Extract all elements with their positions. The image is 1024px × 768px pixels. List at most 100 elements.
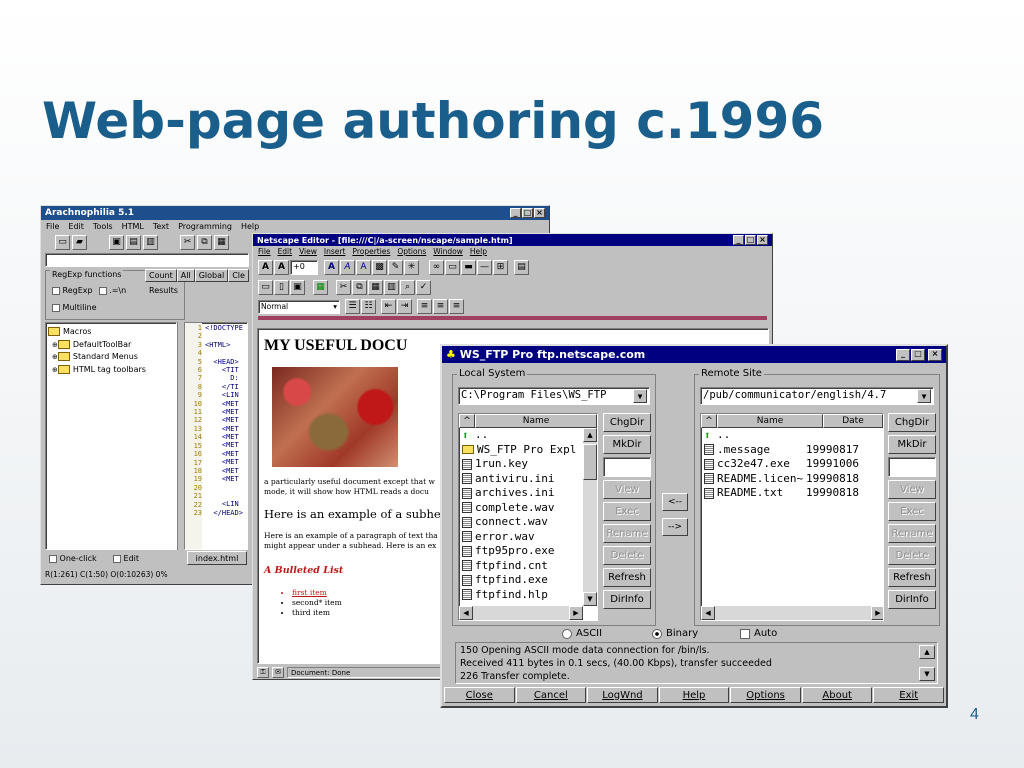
arachnophilia-titlebar[interactable]: Arachnophilia 5.1 _ □ × [41,206,549,220]
tree-item[interactable]: Macros [48,326,174,339]
remote-rename-button[interactable]: Rename [888,524,936,543]
menu-item[interactable]: Properties [352,247,390,256]
list-item[interactable]: error.wav [462,530,597,545]
log-scrollbar[interactable]: ▲ ▼ [919,645,935,681]
remote-delete-button[interactable]: Delete [888,546,936,565]
scroll-left-icon[interactable]: ◀ [701,606,715,620]
indent-icon[interactable]: ⇥ [397,299,412,314]
list-item[interactable]: archives.ini [462,486,597,501]
local-path-select[interactable]: C:\Program Files\WS_FTP ▼ [458,387,650,405]
scroll-right-icon[interactable]: ▶ [569,606,583,620]
local-view-button[interactable]: View [603,480,651,499]
list-item[interactable]: 1run.key [462,457,597,472]
link-icon[interactable]: ∞ [429,260,444,275]
menu-item[interactable]: Tools [93,222,113,231]
scroll-left-icon[interactable]: ◀ [459,606,473,620]
wsftp-titlebar[interactable]: ♣ WS_FTP Pro ftp.netscape.com _ □ × [442,346,946,363]
pencil-icon[interactable]: ✎ [388,260,403,275]
menu-item[interactable]: Window [433,247,463,256]
menu-item[interactable]: Edit [278,247,293,256]
minimize-icon[interactable]: _ [733,235,744,245]
numbered-list-icon[interactable]: ☷ [361,299,376,314]
file-tab-index[interactable]: index.html [187,551,247,565]
align-right-icon[interactable]: ≡ [449,299,464,314]
sort-up-icon[interactable]: ^ [459,414,475,428]
menu-item[interactable]: Help [470,247,487,256]
list-item[interactable]: README.txt 19990818 [704,486,883,501]
remote-refresh-button[interactable]: Refresh [888,568,936,587]
remote-horizontal-scrollbar[interactable]: ◀ ▶ [701,606,883,620]
remote-dirinfo-button[interactable]: DirInfo [888,590,936,609]
new-doc-icon[interactable]: ▭ [258,280,273,295]
menu-item[interactable]: Options [397,247,426,256]
code-editor[interactable]: 1 2 3 4 5 6 7 8 9 10 11 12 13 14 15 16 17 18 19 20 21 22 23 <!… [184,322,248,550]
local-mkdir-button[interactable]: MkDir [603,435,651,454]
close-icon[interactable]: × [928,348,942,361]
list-item[interactable]: ⬆.. [704,428,883,443]
help-button[interactable]: Help [658,687,730,703]
cancel-button[interactable]: Cancel [515,687,587,703]
copy-icon[interactable]: ⧉ [352,280,367,295]
pane-splitter[interactable] [177,322,184,550]
scroll-up-icon[interactable]: ▲ [583,428,597,442]
search-tab[interactable]: All [176,269,195,282]
tree-item[interactable]: ⊕ Standard Menus [52,351,174,364]
remote-name-header[interactable]: Name [717,414,823,428]
local-dir-input[interactable] [603,457,651,477]
paste-icon[interactable]: ▦ [368,280,383,295]
bold-icon[interactable]: A [324,260,339,275]
list-item[interactable]: ftpfind.cnt [462,559,597,574]
font-size-select[interactable]: +0 [290,260,318,275]
maximize-icon[interactable]: □ [745,235,756,245]
local-dirinfo-button[interactable]: DirInfo [603,590,651,609]
remote-mkdir-button[interactable]: MkDir [888,435,936,454]
scroll-down-icon[interactable]: ▼ [583,592,597,606]
transfer-log[interactable]: 150 Opening ASCII mode data connection f… [455,642,938,684]
local-rename-button[interactable]: Rename [603,524,651,543]
bullet-list-icon[interactable]: ☰ [345,299,360,314]
save-icon[interactable]: ▣ [109,235,124,250]
ascii-radio[interactable]: ASCII [562,628,602,639]
list-item[interactable]: antiviru.ini [462,472,597,487]
cut-icon[interactable]: ✂ [336,280,351,295]
remote-exec-button[interactable]: Exec [888,502,936,521]
dotall-checkbox[interactable]: .=\n [98,286,126,295]
maximize-icon[interactable]: □ [522,208,533,218]
list-item[interactable]: README.licen~ 19990818 [704,472,883,487]
minimize-icon[interactable]: _ [896,348,910,361]
dropdown-arrow-icon[interactable]: ▼ [917,389,931,403]
menu-item[interactable]: Text [153,222,169,231]
one-click-checkbox[interactable]: One-click [49,554,97,563]
sort-up-icon[interactable]: ^ [701,414,717,428]
scroll-thumb[interactable] [583,444,597,480]
local-exec-button[interactable]: Exec [603,502,651,521]
menu-item[interactable]: Help [241,222,259,231]
netscape-titlebar[interactable]: Netscape Editor - [file:///C|/a-screen/n… [253,234,772,246]
find-icon[interactable]: ⌕ [400,280,415,295]
auto-checkbox[interactable]: Auto [740,628,777,639]
copy-icon[interactable]: ⧉ [197,235,212,250]
menu-item[interactable]: File [46,222,59,231]
exit-button[interactable]: Exit [873,687,945,703]
open-folder-icon[interactable]: ▰ [72,235,87,250]
open-doc-icon[interactable]: ▯ [274,280,289,295]
local-file-list[interactable]: ^ Name ⬆.. WS_FTP Pro Expl 1run.key antivir… [458,413,598,621]
list-item[interactable]: ⬆.. [462,428,597,443]
menu-item[interactable]: File [258,247,271,256]
paste-icon[interactable]: ▦ [214,235,229,250]
options-button[interactable]: Options [730,687,801,703]
search-tab[interactable]: Global [194,269,229,282]
remote-date-header[interactable]: Date [823,414,883,428]
local-refresh-button[interactable]: Refresh [603,568,651,587]
list-item[interactable]: ftp95pro.exe [462,544,597,559]
about-button[interactable]: About [801,687,873,703]
list-item[interactable]: complete.wav [462,501,597,516]
scroll-right-icon[interactable]: ▶ [871,606,883,620]
close-icon[interactable]: × [534,208,545,218]
paragraph-style-select[interactable]: Normal ▾ [258,299,340,314]
hline-icon[interactable]: — [477,260,492,275]
outdent-icon[interactable]: ⇤ [381,299,396,314]
align-left-icon[interactable]: ≡ [417,299,432,314]
search-tab[interactable]: Cle [228,269,249,282]
list-item[interactable]: connect.wav [462,515,597,530]
